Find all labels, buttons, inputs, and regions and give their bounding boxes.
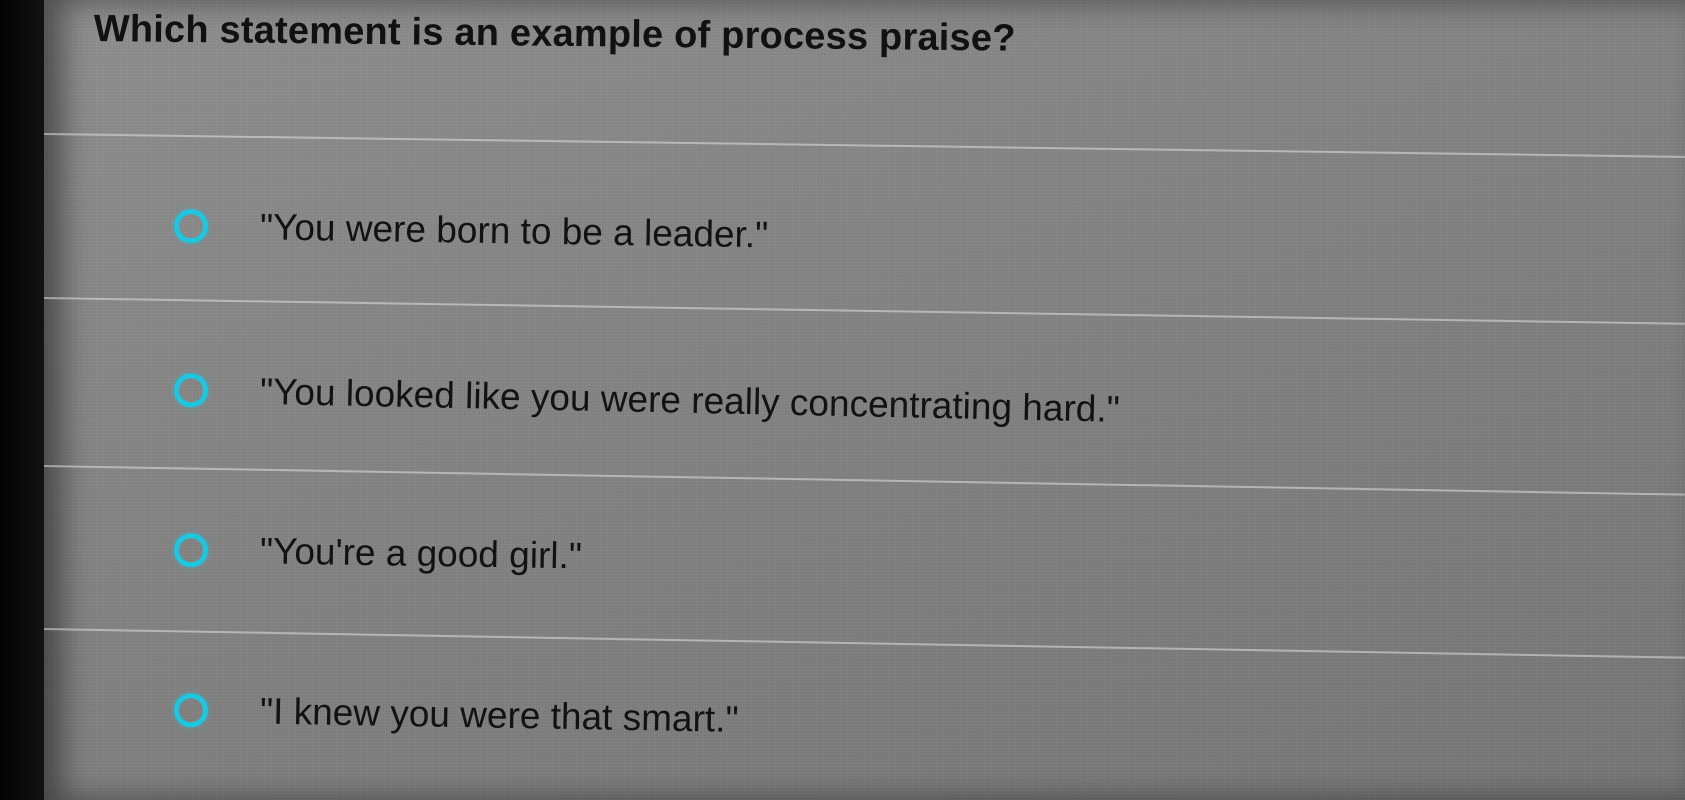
answer-label: "I knew you were that smart." (259, 690, 739, 740)
answer-label: "You looked like you were really concent… (259, 370, 1121, 430)
radio-button-icon[interactable] (173, 373, 209, 408)
radio-button-icon[interactable] (173, 693, 209, 728)
answer-label: "You're a good girl." (259, 530, 583, 577)
answer-option-2[interactable]: "You looked like you were really concent… (173, 360, 1120, 440)
answer-option-3[interactable]: "You're a good girl." (173, 520, 583, 586)
radio-button-icon[interactable] (173, 209, 209, 244)
divider (43, 133, 1685, 158)
divider (43, 628, 1685, 659)
divider (43, 465, 1685, 496)
answer-option-1[interactable]: "You were born to be a leader." (173, 196, 769, 265)
answer-option-4[interactable]: "I knew you were that smart." (173, 680, 739, 750)
radio-button-icon[interactable] (173, 533, 209, 568)
question-text: Which statement is an example of process… (93, 8, 1016, 60)
quiz-screen: Which statement is an example of process… (43, 0, 1685, 800)
divider (43, 297, 1685, 325)
answer-label: "You were born to be a leader." (259, 206, 769, 256)
